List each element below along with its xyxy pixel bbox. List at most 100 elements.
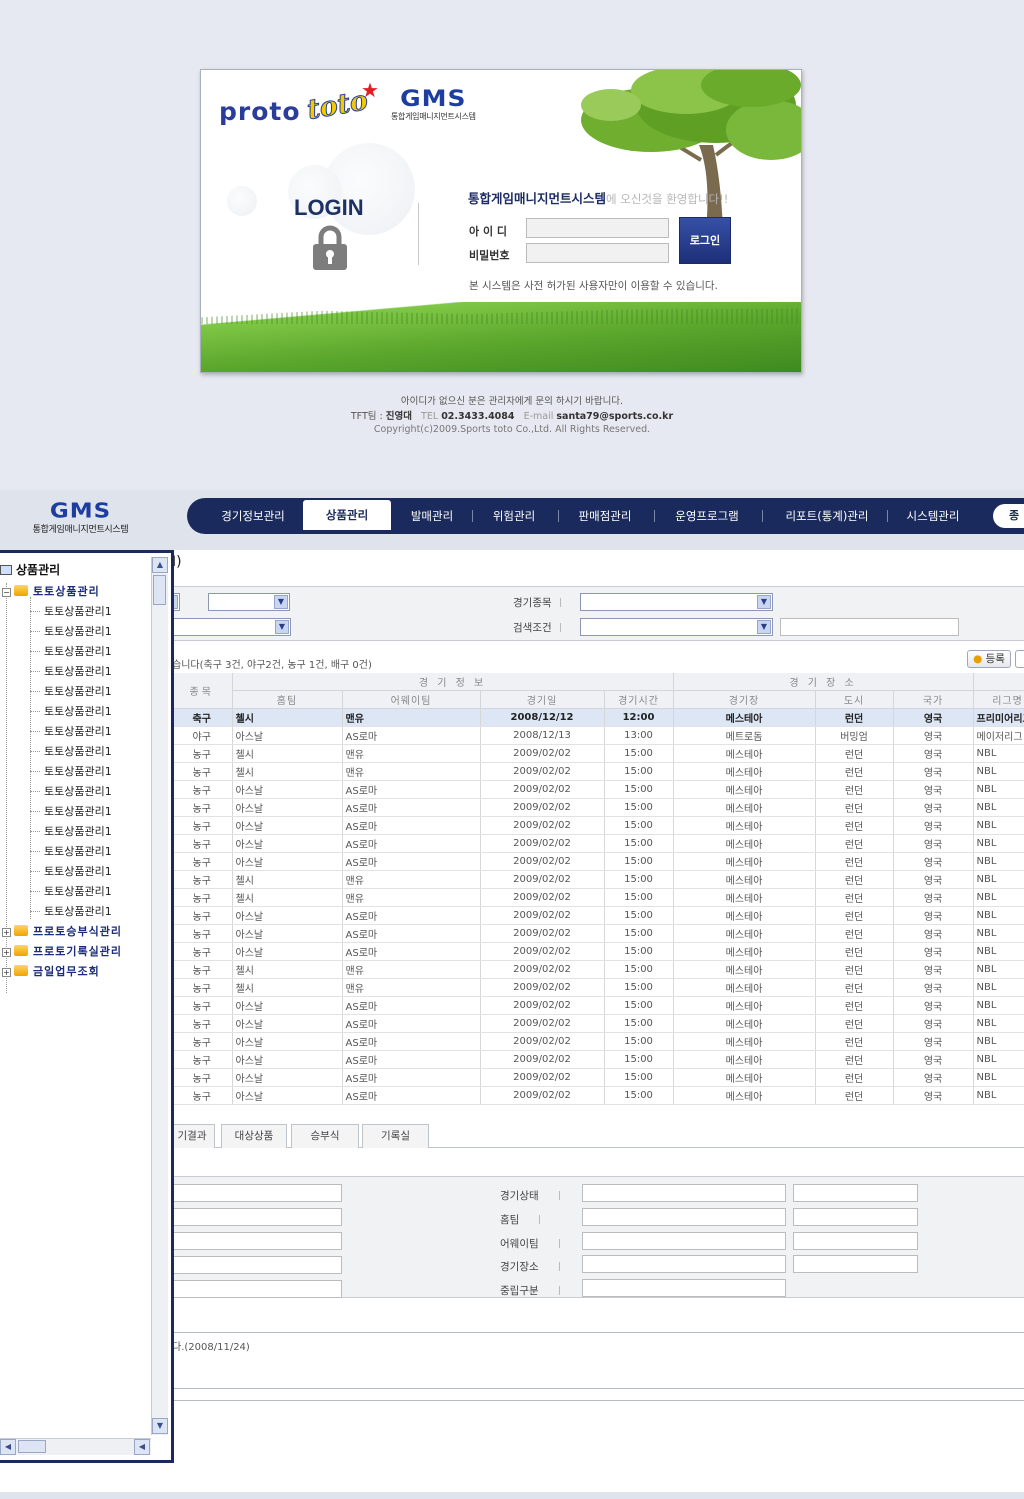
- tab-target-product[interactable]: 대상상품: [221, 1124, 287, 1148]
- table-row[interactable]: 축구첼시맨유2008/12/1212:00메스테아런던영국프리미어리그: [172, 708, 1024, 727]
- table-row[interactable]: 농구 첼시 맨유 2009/02/02 15:00 메스테아 런던 영국 NBL: [172, 960, 1024, 979]
- table-row[interactable]: 농구 아스날 AS로마 2009/02/02 15:00 메스테아 런던 영국 NBL: [172, 780, 1024, 799]
- table-row[interactable]: 농구 아스날 AS로마 2009/02/02 15:00 메스테아 런던 영국 NBL: [172, 852, 1024, 871]
- tree-folder-proto-record[interactable]: + 프로토기록실관리: [2, 943, 122, 959]
- table-row[interactable]: 농구 아스날 AS로마 2009/02/02 15:00 메스테아 런던 영국 NBL: [172, 1050, 1024, 1069]
- table-row[interactable]: 농구 첼시 맨유 2009/02/02 15:00 메스테아 런던 영국 NBL: [172, 762, 1024, 781]
- tree-item[interactable]: 토토상품관리1: [30, 863, 112, 879]
- tree-item[interactable]: 토토상품관리1: [30, 803, 112, 819]
- tree-item[interactable]: 토토상품관리1: [30, 783, 112, 799]
- tree-item[interactable]: 토토상품관리1: [30, 723, 112, 739]
- home-team-input-2[interactable]: [793, 1208, 918, 1226]
- detail-input-3[interactable]: [170, 1232, 342, 1250]
- game-status-input[interactable]: [582, 1184, 786, 1202]
- table-row[interactable]: 농구 첼시 맨유 2009/02/02 15:00 메스테아 런던 영국 NBL: [172, 888, 1024, 907]
- column-header[interactable]: 리그명: [973, 690, 1024, 709]
- table-row[interactable]: 농구 아스날 AS로마 2009/02/02 15:00 메스테아 런던 영국 NBL: [172, 1032, 1024, 1051]
- table-row[interactable]: 농구 첼시 맨유 2009/02/02 15:00 메스테아 런던 영국 NBL: [172, 744, 1024, 763]
- register-button[interactable]: ● 등록: [967, 650, 1011, 668]
- tree-folder-today[interactable]: + 금일업무조회: [2, 963, 100, 979]
- vertical-scrollbar[interactable]: ▲ ▼: [151, 557, 168, 1435]
- exit-button[interactable]: 종: [993, 504, 1024, 528]
- nav-release[interactable]: 발매관리: [397, 498, 467, 534]
- table-row[interactable]: 농구 아스날 AS로마 2009/02/02 15:00 메스테아 런던 영국 NBL: [172, 798, 1024, 817]
- gms-logo[interactable]: GMS 통합게임매니지먼트시스템: [18, 498, 143, 535]
- table-row[interactable]: 농구 아스날 AS로마 2009/02/02 15:00 메스테아 런던 영국 NBL: [172, 834, 1024, 853]
- column-header[interactable]: 홈팀: [232, 690, 343, 709]
- table-row[interactable]: 농구 아스날 AS로마 2009/02/02 15:00 메스테아 런던 영국 NBL: [172, 1086, 1024, 1105]
- tab-game-result[interactable]: 기결과: [170, 1124, 215, 1148]
- search-condition-select[interactable]: ▼: [580, 618, 773, 636]
- filter-select-2[interactable]: ▼: [208, 593, 290, 611]
- detail-input-5[interactable]: [170, 1280, 342, 1298]
- tree-folder-proto-win[interactable]: + 프로토승부식관리: [2, 923, 122, 939]
- nav-game-info[interactable]: 경기정보관리: [205, 498, 301, 534]
- table-cell: 야구: [172, 726, 233, 745]
- scroll-down-icon[interactable]: ▼: [152, 1418, 168, 1434]
- nav-store[interactable]: 판매점관리: [563, 498, 647, 534]
- tree-item[interactable]: 토토상품관리1: [30, 823, 112, 839]
- tree-item[interactable]: 토토상품관리1: [30, 683, 112, 699]
- tree-root[interactable]: 상품관리: [0, 561, 60, 578]
- table-row[interactable]: 농구 첼시 맨유 2009/02/02 15:00 메스테아 런던 영국 NBL: [172, 978, 1024, 997]
- tree-item[interactable]: 토토상품관리1: [30, 603, 112, 619]
- scroll-up-icon[interactable]: ▲: [152, 557, 168, 573]
- table-row[interactable]: 농구 아스날 AS로마 2009/02/02 15:00 메스테아 런던 영국 NBL: [172, 996, 1024, 1015]
- nav-product[interactable]: 상품관리: [303, 500, 391, 530]
- horizontal-scrollbar[interactable]: ◀ ◀: [0, 1438, 151, 1455]
- venue-input-2[interactable]: [793, 1255, 918, 1273]
- table-row[interactable]: 농구 아스날 AS로마 2009/02/02 15:00 메스테아 런던 영국 NBL: [172, 816, 1024, 835]
- table-row[interactable]: 농구 아스날 AS로마 2009/02/02 15:00 메스테아 런던 영국 NBL: [172, 906, 1024, 925]
- nav-risk[interactable]: 위험관리: [477, 498, 551, 534]
- tree-item[interactable]: 토토상품관리1: [30, 663, 112, 679]
- tree-item[interactable]: 토토상품관리1: [30, 903, 112, 919]
- tree-item[interactable]: 토토상품관리1: [30, 703, 112, 719]
- tree-item[interactable]: 토토상품관리1: [30, 843, 112, 859]
- neutral-input[interactable]: [582, 1279, 786, 1297]
- tab-win-type[interactable]: 승부식: [291, 1124, 359, 1148]
- table-row[interactable]: 농구 아스날 AS로마 2009/02/02 15:00 메스테아 런던 영국 NBL: [172, 1068, 1024, 1087]
- search-input[interactable]: [780, 618, 959, 636]
- table-cell: 아스날: [232, 726, 343, 745]
- away-team-input[interactable]: [582, 1232, 786, 1250]
- scroll-thumb[interactable]: [18, 1440, 46, 1453]
- table-row[interactable]: 농구 아스날 AS로마 2009/02/02 15:00 메스테아 런던 영국 NBL: [172, 924, 1024, 943]
- tree-item[interactable]: 토토상품관리1: [30, 623, 112, 639]
- nav-system[interactable]: 시스템관리: [893, 498, 973, 534]
- tree-item[interactable]: 토토상품관리1: [30, 763, 112, 779]
- tree-item[interactable]: 토토상품관리1: [30, 643, 112, 659]
- column-header[interactable]: 경기시간: [604, 690, 674, 709]
- nav-operation[interactable]: 운영프로그램: [659, 498, 755, 534]
- game-status-input-2[interactable]: [793, 1184, 918, 1202]
- table-row[interactable]: 농구 첼시 맨유 2009/02/02 15:00 메스테아 런던 영국 NBL: [172, 870, 1024, 889]
- column-header[interactable]: 국가: [893, 690, 974, 709]
- table-row[interactable]: 농구 아스날 AS로마 2009/02/02 15:00 메스테아 런던 영국 NBL: [172, 1014, 1024, 1033]
- id-input[interactable]: [526, 218, 669, 238]
- tree-item[interactable]: 토토상품관리1: [30, 883, 112, 899]
- game-type-select[interactable]: ▼: [580, 593, 773, 611]
- scroll-thumb[interactable]: [153, 575, 166, 605]
- tab-record-room[interactable]: 기록실: [362, 1124, 429, 1148]
- away-team-input-2[interactable]: [793, 1232, 918, 1250]
- tree-folder-toto[interactable]: − 토토상품관리: [2, 583, 100, 599]
- login-button[interactable]: 로그인: [679, 217, 731, 264]
- detail-input-1[interactable]: [170, 1184, 342, 1202]
- password-input[interactable]: [526, 243, 669, 263]
- group-header-venue: 경 기 장 소: [673, 673, 974, 691]
- tree-item[interactable]: 토토상품관리1: [30, 743, 112, 759]
- scroll-right-icon[interactable]: ◀: [134, 1439, 150, 1455]
- detail-input-4[interactable]: [170, 1256, 342, 1274]
- column-header[interactable]: 어웨이팀: [342, 690, 481, 709]
- column-header[interactable]: 도시: [815, 690, 894, 709]
- venue-input[interactable]: [582, 1255, 786, 1273]
- detail-input-2[interactable]: [170, 1208, 342, 1226]
- column-header[interactable]: 경기일: [480, 690, 605, 709]
- table-row[interactable]: 농구 아스날 AS로마 2009/02/02 15:00 메스테아 런던 영국 NBL: [172, 942, 1024, 961]
- table-row[interactable]: 야구 아스날 AS로마 2008/12/13 13:00 메트로돔 버밍엄 영국 메이저리그: [172, 726, 1024, 745]
- home-team-input[interactable]: [582, 1208, 786, 1226]
- column-header[interactable]: 경기장: [673, 690, 816, 709]
- nav-report[interactable]: 리포트(통계)관리: [767, 498, 887, 534]
- next-button[interactable]: [1015, 650, 1024, 668]
- scroll-left-icon[interactable]: ◀: [0, 1439, 16, 1455]
- filter-select-3[interactable]: ▼: [170, 618, 291, 636]
